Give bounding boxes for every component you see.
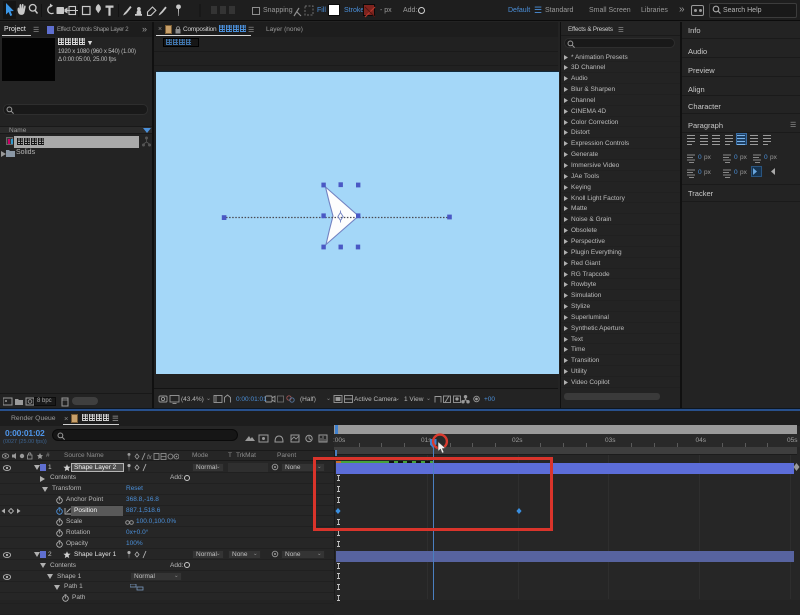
svg-text:fx: fx <box>147 455 153 461</box>
